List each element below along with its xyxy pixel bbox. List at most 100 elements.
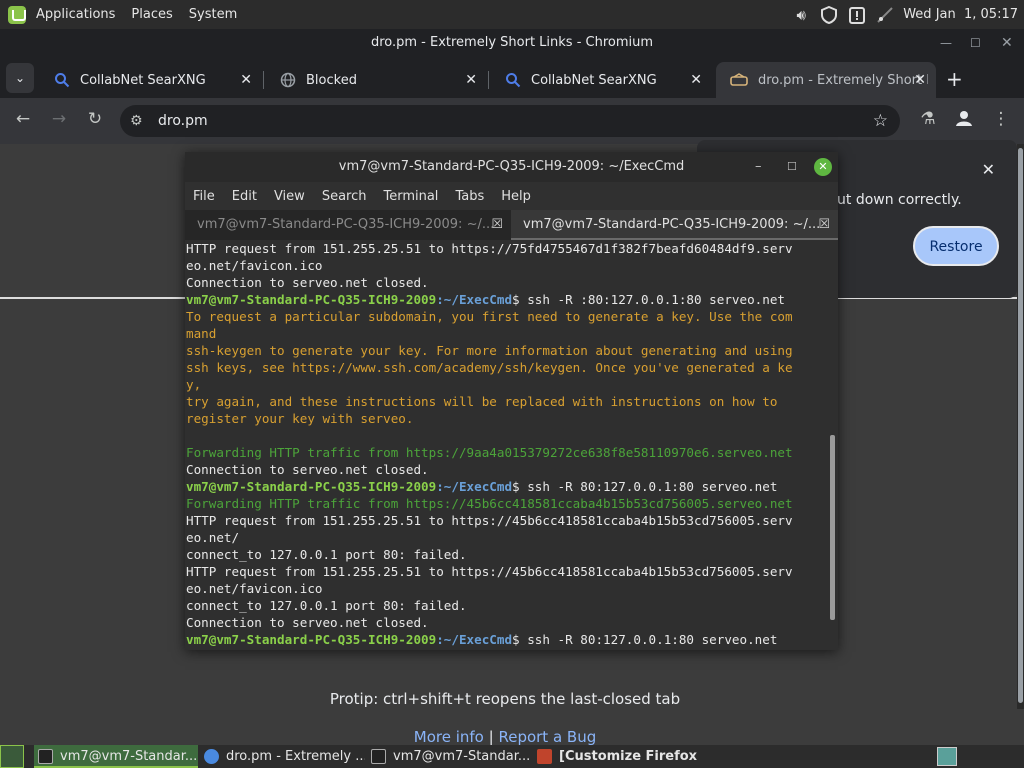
tab-close-icon[interactable]: ✕	[240, 72, 252, 88]
terminal-line: Forwarding HTTP traffic from https://45b…	[186, 496, 793, 511]
prompt-user: vm7@vm7-Standard-PC-Q35-ICH9-2009	[186, 479, 437, 494]
tab-close-icon[interactable]: ☒	[818, 210, 830, 238]
terminal-line: HTTP request from 151.255.25.51 to https…	[186, 513, 793, 528]
terminal-tab-1[interactable]: vm7@vm7-Standard-PC-Q35-ICH9-2009: ~/...…	[185, 210, 511, 240]
prompt-user: vm7@vm7-Standard-PC-Q35-ICH9-2009	[186, 292, 437, 307]
prompt-path: :~/ExecCmd	[436, 479, 513, 494]
chromium-titlebar: dro.pm - Extremely Short Links - Chromiu…	[0, 29, 1024, 57]
bottom-taskbar: vm7@vm7-Standar... dro.pm - Extremely ..…	[0, 745, 1024, 768]
address-bar[interactable]: ⚙ dro.pm ☆	[120, 105, 900, 137]
task-terminal-2[interactable]: vm7@vm7-Standar...	[367, 745, 532, 768]
site-settings-icon[interactable]: ⚙	[130, 105, 143, 137]
terminal-line: vm7@vm7-Standard-PC-Q35-ICH9-2009:~/Exec…	[186, 291, 838, 308]
terminal-output[interactable]: HTTP request from 151.255.25.51 to https…	[185, 240, 838, 650]
window-title: dro.pm - Extremely Short Links - Chromiu…	[370, 35, 654, 50]
labs-flask-icon[interactable]: ⚗	[916, 109, 940, 129]
tab-search-button[interactable]: ⌄	[6, 63, 34, 93]
terminal-line: connect_to 127.0.0.1 port 80: failed.	[186, 598, 467, 613]
tab-collabnet-2[interactable]: CollabNet SearXNG ✕	[491, 62, 712, 98]
menu-applications[interactable]: Applications	[28, 7, 123, 22]
tab-label: dro.pm - Extremely Short L	[758, 72, 928, 88]
task-label: vm7@vm7-Standar...	[60, 749, 198, 764]
system-tray: 🔊︎ Wed Jan 1, 05:17	[791, 0, 1024, 29]
tab-close-icon[interactable]: ☒	[491, 210, 503, 240]
protip-text: Protip: ctrl+shift+t reopens the last-cl…	[329, 690, 681, 708]
show-desktop-icon[interactable]	[0, 745, 24, 768]
task-label: [Customize Firefox ...	[559, 749, 698, 764]
update-icon[interactable]	[847, 5, 867, 25]
new-tab-icon[interactable]: +	[946, 67, 963, 91]
network-icon[interactable]	[875, 5, 895, 25]
tab-close-icon[interactable]: ✕	[914, 72, 926, 88]
terminal-tab-label: vm7@vm7-Standard-PC-Q35-ICH9-2009: ~/...	[197, 217, 495, 232]
task-label: vm7@vm7-Standar...	[393, 749, 531, 764]
terminal-tab-2[interactable]: vm7@vm7-Standard-PC-Q35-ICH9-2009: ~/...…	[511, 210, 838, 240]
terminal-line: ssh-keygen to generate your key. For mor…	[186, 343, 793, 358]
menu-kebab-icon[interactable]: ⋮	[989, 109, 1013, 129]
shield-icon[interactable]	[819, 5, 839, 25]
menu-system[interactable]: System	[181, 7, 245, 22]
terminal-line: connect_to 127.0.0.1 port 80: failed.	[186, 547, 467, 562]
volume-icon[interactable]: 🔊︎	[791, 5, 811, 25]
terminal-titlebar[interactable]: vm7@vm7-Standard-PC-Q35-ICH9-2009: ~/Exe…	[185, 152, 838, 182]
maximize-icon[interactable]: ☐	[787, 152, 797, 182]
reload-icon[interactable]: ↻	[83, 109, 107, 129]
terminal-line: register your key with serveo.	[186, 411, 414, 426]
command-text: $ ssh -R 80:127.0.0.1:80 serveo.net	[512, 632, 778, 647]
tab-collabnet-1[interactable]: CollabNet SearXNG ✕	[40, 62, 262, 98]
workspace-switcher-icon[interactable]	[937, 747, 957, 766]
terminal-window[interactable]: vm7@vm7-Standard-PC-Q35-ICH9-2009: ~/Exe…	[185, 152, 838, 650]
forward-icon[interactable]: →	[47, 109, 71, 129]
tab-label: Blocked	[306, 72, 357, 88]
terminal-line: vm7@vm7-Standard-PC-Q35-ICH9-2009:~/Exec…	[186, 631, 838, 648]
terminal-line: eo.net/	[186, 530, 240, 545]
bookmark-star-icon[interactable]: ☆	[873, 105, 888, 137]
menu-help[interactable]: Help	[501, 189, 531, 204]
terminal-menubar: File Edit View Search Terminal Tabs Help	[185, 182, 838, 210]
clock[interactable]: Wed Jan 1, 05:17	[903, 7, 1018, 22]
report-bug-link[interactable]: Report a Bug	[498, 728, 596, 746]
terminal-line: Connection to serveo.net closed.	[186, 275, 429, 290]
task-firefox[interactable]: [Customize Firefox ...	[533, 745, 698, 768]
chromium-icon	[204, 749, 219, 764]
tab-close-icon[interactable]: ✕	[690, 72, 702, 88]
mint-logo-icon[interactable]	[8, 5, 26, 24]
terminal-line: Connection to serveo.net closed.	[186, 462, 429, 477]
more-info-link[interactable]: More info	[414, 728, 484, 746]
terminal-scrollbar[interactable]	[830, 435, 835, 620]
command-text: $ ssh -R :80:127.0.0.1:80 serveo.net	[512, 292, 786, 307]
menu-view[interactable]: View	[274, 189, 305, 204]
menu-file[interactable]: File	[193, 189, 215, 204]
terminal-line: HTTP request from 151.255.25.51 to https…	[186, 564, 793, 579]
task-terminal-1[interactable]: vm7@vm7-Standar...	[34, 745, 198, 768]
link-separator: |	[488, 728, 494, 746]
minimize-icon[interactable]: –	[755, 152, 762, 182]
sleep-icon	[730, 73, 748, 86]
page-scrollbar[interactable]	[1017, 144, 1024, 709]
prompt-user: vm7@vm7-Standard-PC-Q35-ICH9-2009	[186, 632, 437, 647]
menu-tabs[interactable]: Tabs	[455, 189, 484, 204]
browser-toolbar: ← → ↻ ⚙ dro.pm ☆ ⚗ ⋮	[0, 98, 1024, 144]
terminal-line: vm7@vm7-Standard-PC-Q35-ICH9-2009:~/Exec…	[186, 478, 838, 495]
tab-label: CollabNet SearXNG	[531, 72, 657, 88]
menu-places[interactable]: Places	[123, 7, 180, 22]
profile-icon[interactable]	[952, 109, 976, 132]
menu-edit[interactable]: Edit	[232, 189, 257, 204]
maximize-icon[interactable]: ☐	[970, 29, 981, 57]
tab-close-icon[interactable]: ✕	[465, 72, 477, 88]
tab-blocked[interactable]: Blocked ✕	[266, 62, 487, 98]
search-icon	[55, 73, 70, 88]
back-icon[interactable]: ←	[11, 109, 35, 129]
menu-terminal[interactable]: Terminal	[383, 189, 438, 204]
terminal-line: y,	[186, 377, 202, 392]
tab-dropm[interactable]: dro.pm - Extremely Short L ✕	[716, 62, 936, 98]
url-text[interactable]: dro.pm	[158, 113, 208, 129]
close-icon[interactable]: ✕	[1001, 29, 1013, 57]
close-icon[interactable]: ✕	[982, 160, 995, 179]
menu-search[interactable]: Search	[322, 189, 367, 204]
minimize-icon[interactable]: —	[940, 29, 952, 57]
restore-button[interactable]: Restore	[913, 226, 999, 266]
task-chromium[interactable]: dro.pm - Extremely ...	[200, 745, 365, 768]
close-icon[interactable]: ✕	[814, 158, 832, 176]
